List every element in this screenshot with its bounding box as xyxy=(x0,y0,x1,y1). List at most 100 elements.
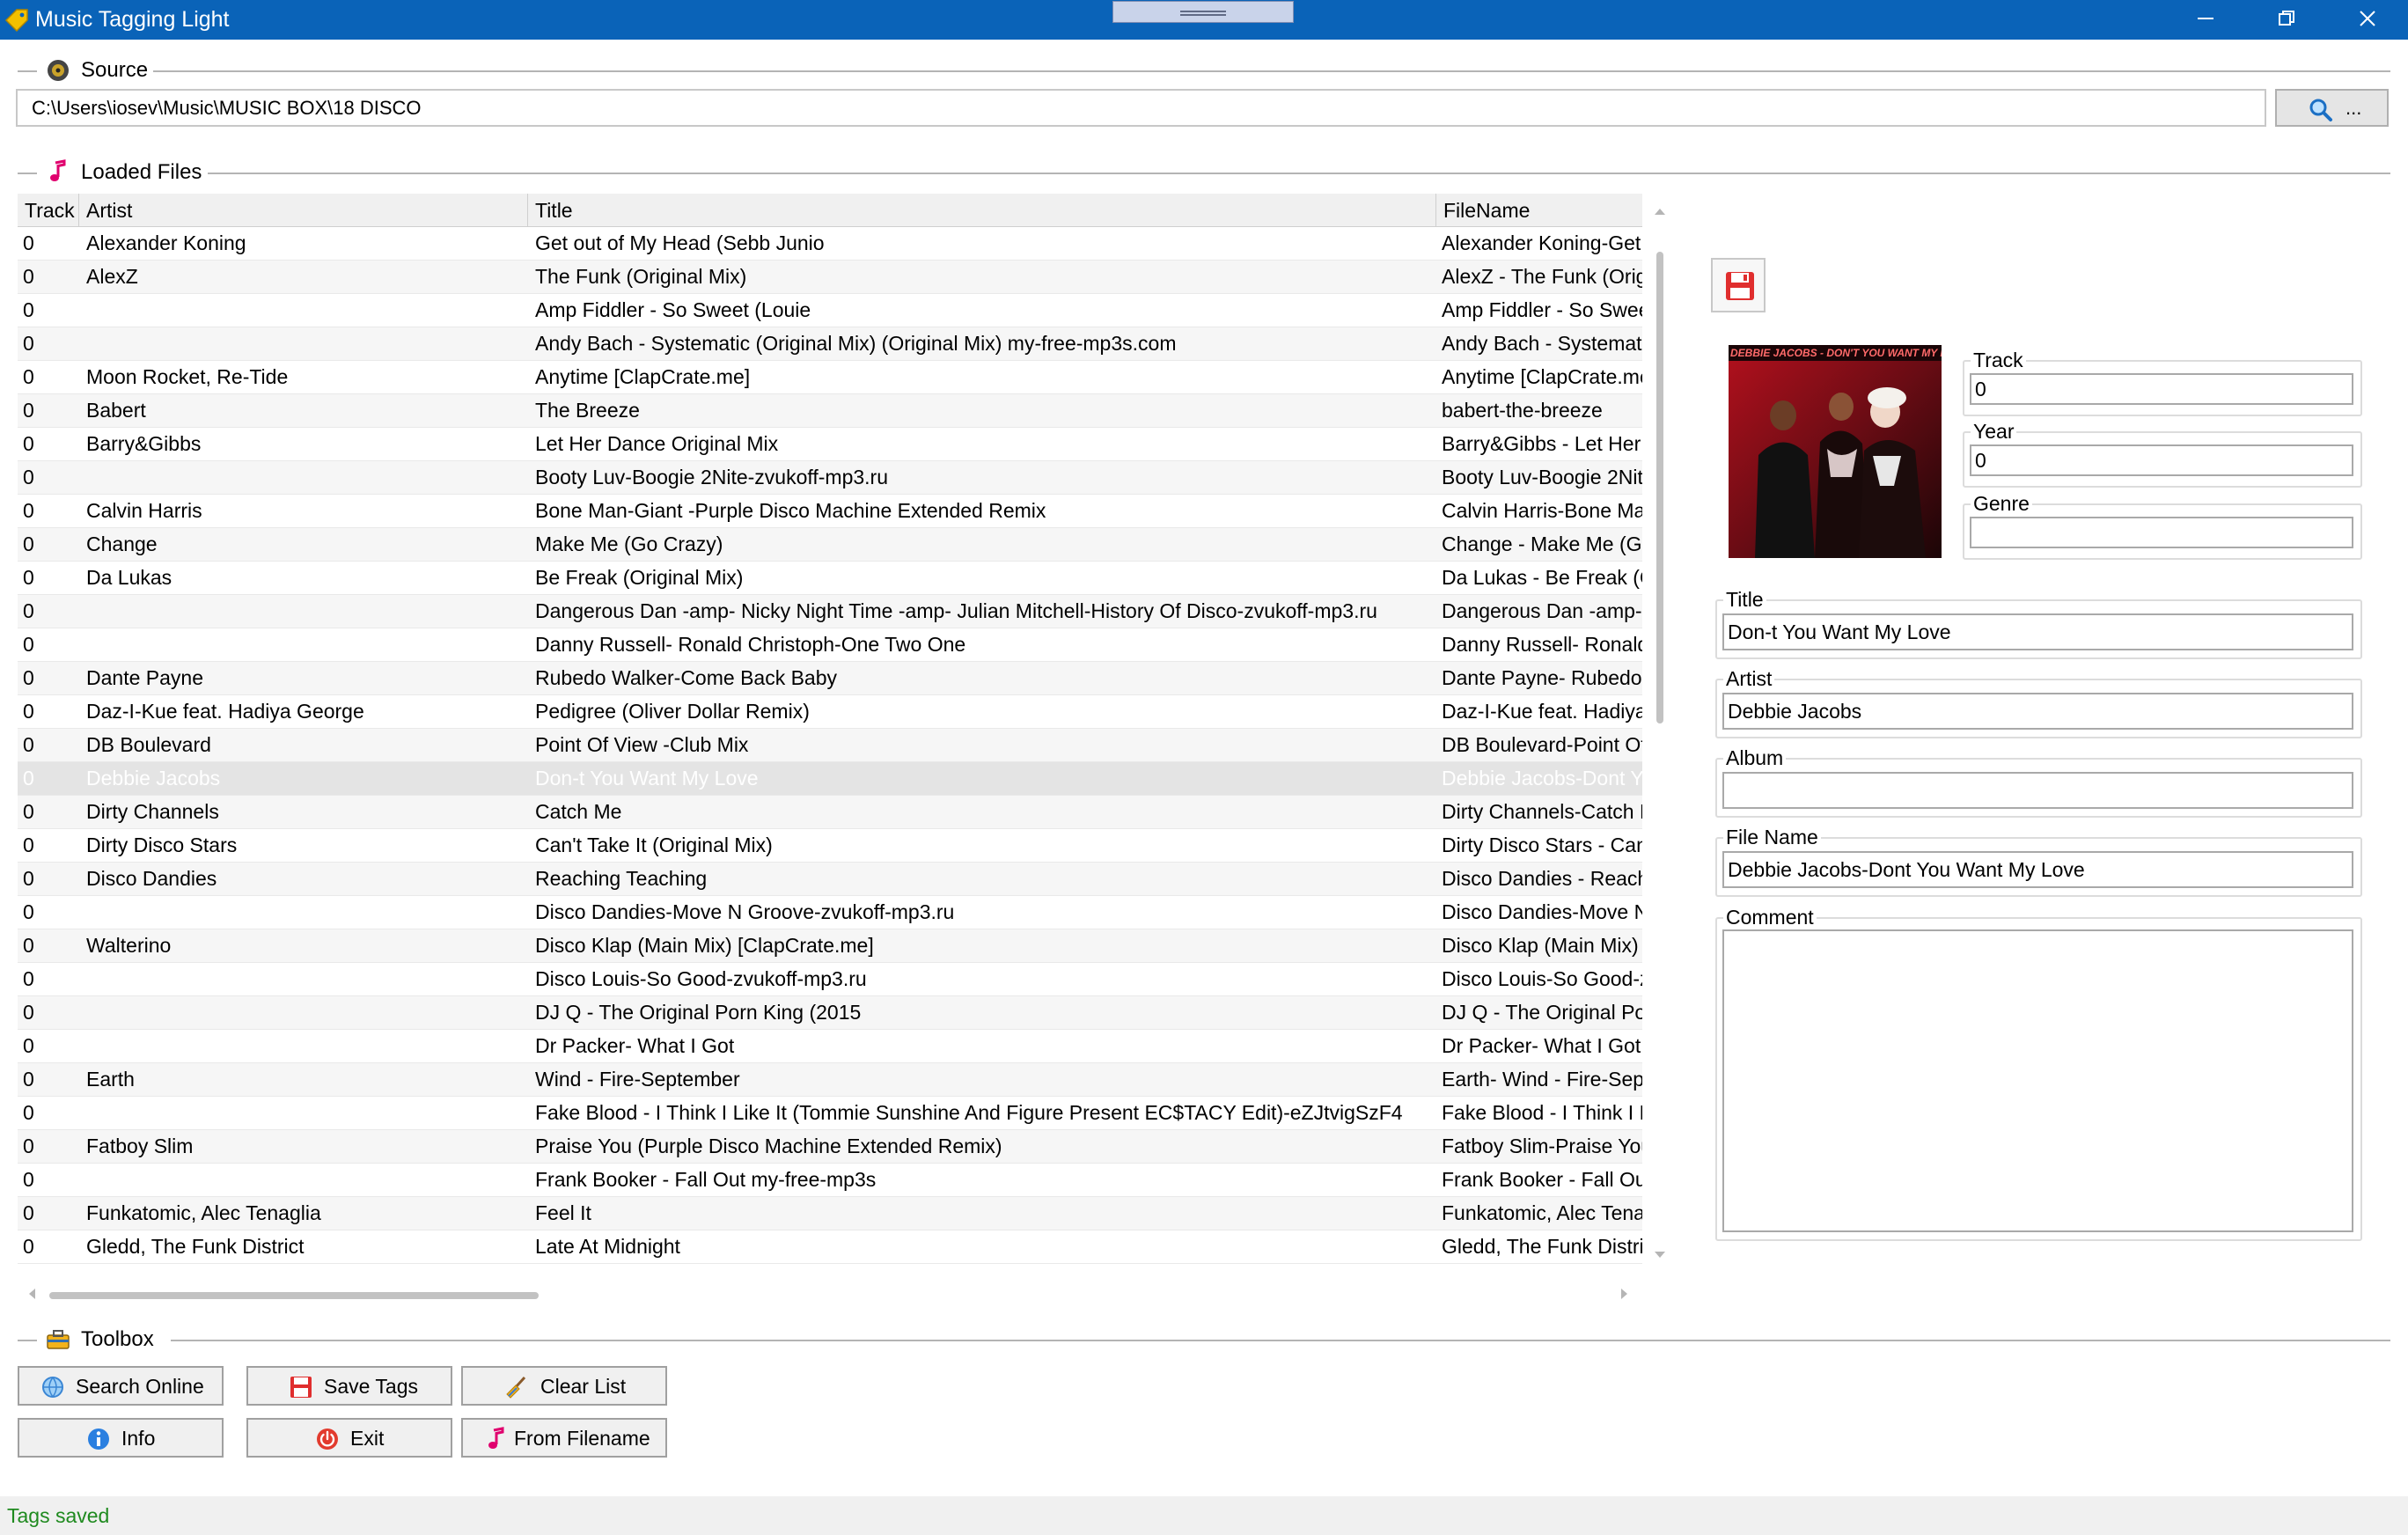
files-table[interactable]: Track Artist Title FileName 0 Alexander K… xyxy=(18,194,1642,1278)
table-row[interactable]: 0 Moon Rocket, Re-Tide Anytime [ClapCrate.… xyxy=(18,361,1642,394)
from-filename-button[interactable]: From Filename xyxy=(461,1418,667,1458)
table-row[interactable]: 0 Booty Luv-Boogie 2Nite-zvukoff-mp3.ru Bo… xyxy=(18,461,1642,495)
artist-cell xyxy=(79,461,519,494)
window-title: Music Tagging Light xyxy=(35,7,230,32)
browse-button[interactable]: ... xyxy=(2275,89,2389,127)
table-row[interactable]: 0 DB Boulevard Point Of View -Club Mix DB B… xyxy=(18,729,1642,762)
title-cell: Dangerous Dan -amp- Nicky Night Time -am… xyxy=(535,599,1377,622)
browse-label: ... xyxy=(2346,97,2362,119)
table-row[interactable]: 0 Dirty Disco Stars Can't Take It (Origina… xyxy=(18,829,1642,863)
title-cell: The Breeze xyxy=(535,399,640,422)
track-input[interactable]: 0 xyxy=(1970,373,2353,405)
filename-input[interactable]: Debbie Jacobs-Dont You Want My Love xyxy=(1722,851,2353,888)
table-row[interactable]: 0 Funkatomic, Alec Tenaglia Feel It Funkato… xyxy=(18,1197,1642,1230)
genre-input[interactable] xyxy=(1970,517,2353,548)
column-header-filename[interactable]: FileName xyxy=(1436,194,1642,227)
save-tags-icon-button[interactable] xyxy=(1711,258,1766,312)
table-row[interactable]: 0 Da Lukas Be Freak (Original Mix) Da Lukas… xyxy=(18,562,1642,595)
search-online-button[interactable]: Search Online xyxy=(18,1366,224,1406)
title-input[interactable]: Don-t You Want My Love xyxy=(1722,613,2353,650)
artist-cell: DB Boulevard xyxy=(86,733,211,756)
table-row[interactable]: 0 Change Make Me (Go Crazy) Change - Make M… xyxy=(18,528,1642,562)
title-cell: Wind - Fire-September xyxy=(535,1068,740,1091)
table-row[interactable]: 0 Fake Blood - I Think I Like It (Tommie … xyxy=(18,1097,1642,1130)
minimize-button[interactable] xyxy=(2165,0,2246,40)
table-row[interactable]: 0 Frank Booker - Fall Out my-free-mp3s Fra… xyxy=(18,1164,1642,1197)
track-cell: 0 xyxy=(23,1068,34,1091)
table-row[interactable]: 0 Dangerous Dan -amp- Nicky Night Time -a… xyxy=(18,595,1642,628)
table-row[interactable]: 0 Debbie Jacobs Don-t You Want My Love Debb… xyxy=(18,762,1642,796)
source-path-input[interactable]: C:\Users\iosev\Music\MUSIC BOX\18 DISCO xyxy=(16,89,2266,127)
album-cover: DEBBIE JACOBS - DON'T YOU WANT MY LOVE xyxy=(1729,345,1942,558)
table-row[interactable]: 0 Babert The Breeze babert-the-breeze xyxy=(18,394,1642,428)
title-cell: Disco Dandies-Move N Groove-zvukoff-mp3.… xyxy=(535,900,955,923)
table-row[interactable]: 0 Dante Payne Rubedo Walker-Come Back Bab… xyxy=(18,662,1642,695)
artist-cell: Change xyxy=(86,532,158,555)
exit-button[interactable]: Exit xyxy=(246,1418,452,1458)
artist-cell xyxy=(79,628,519,661)
artist-cell: AlexZ xyxy=(86,265,138,288)
column-header-title[interactable]: Title xyxy=(528,194,1436,227)
table-row[interactable]: 0 Earth Wind - Fire-September Earth- Wind … xyxy=(18,1063,1642,1097)
table-row[interactable]: 0 Daz-I-Kue feat. Hadiya George Pedigree (… xyxy=(18,695,1642,729)
scroll-right-icon[interactable] xyxy=(1619,1287,1630,1301)
table-row[interactable]: 0 AlexZ The Funk (Original Mix) AlexZ - The… xyxy=(18,261,1642,294)
filename-cell: Gledd, The Funk District xyxy=(1442,1235,1642,1258)
table-row[interactable]: 0 Andy Bach - Systematic (Original Mix) (… xyxy=(18,327,1642,361)
info-button[interactable]: Info xyxy=(18,1418,224,1458)
table-row[interactable]: 0 Barry&Gibbs Let Her Dance Original Mix Ba… xyxy=(18,428,1642,461)
artist-cell: Alexander Koning xyxy=(86,231,246,254)
power-icon xyxy=(317,1429,338,1450)
table-row[interactable]: 0 Amp Fiddler - So Sweet (Louie Amp Fiddle… xyxy=(18,294,1642,327)
genre-label: Genre xyxy=(1971,492,2032,515)
table-row[interactable]: 0 Disco Louis-So Good-zvukoff-mp3.ru Disco… xyxy=(18,963,1642,996)
title-cell: DJ Q - The Original Porn King (2015 xyxy=(535,1001,862,1024)
table-row[interactable]: 0 Dr Packer- What I Got Dr Packer- What I … xyxy=(18,1030,1642,1063)
table-row[interactable]: 0 Danny Russell- Ronald Christoph-One Two… xyxy=(18,628,1642,662)
track-cell: 0 xyxy=(23,1235,34,1258)
title-cell: Catch Me xyxy=(535,800,622,823)
column-header-artist[interactable]: Artist xyxy=(79,194,528,227)
table-row[interactable]: 0 Walterino Disco Klap (Main Mix) [ClapCra… xyxy=(18,929,1642,963)
scroll-left-icon[interactable] xyxy=(26,1287,37,1301)
track-cell: 0 xyxy=(23,767,34,790)
title-cell: Frank Booker - Fall Out my-free-mp3s xyxy=(535,1168,877,1191)
filename-cell: DJ Q - The Original Porn King xyxy=(1442,1001,1642,1024)
title-cell: Rubedo Walker-Come Back Baby xyxy=(535,666,838,689)
filename-cell: Alexander Koning-Get out of My Head xyxy=(1442,231,1642,254)
table-row[interactable]: 0 Dirty Channels Catch Me Dirty Channels-Ca… xyxy=(18,796,1642,829)
title-cell: Feel It xyxy=(535,1201,591,1224)
track-cell: 0 xyxy=(23,834,34,856)
scroll-up-icon[interactable] xyxy=(1653,206,1667,217)
table-row[interactable]: 0 Alexander Koning Get out of My Head (Seb… xyxy=(18,227,1642,261)
clear-list-button[interactable]: Clear List xyxy=(461,1366,667,1406)
drag-handle[interactable] xyxy=(1112,1,1294,23)
scroll-down-icon[interactable] xyxy=(1653,1250,1667,1260)
table-row[interactable]: 0 Disco Dandies Reaching Teaching Disco Dan… xyxy=(18,863,1642,896)
track-cell: 0 xyxy=(23,365,34,388)
filename-cell: Dangerous Dan -amp- Nicky xyxy=(1442,599,1642,622)
artist-input[interactable]: Debbie Jacobs xyxy=(1722,693,2353,730)
table-row[interactable]: 0 Gledd, The Funk District Late At Midnigh… xyxy=(18,1230,1642,1264)
album-input[interactable] xyxy=(1722,772,2353,809)
table-horizontal-scrollbar[interactable] xyxy=(18,1283,1642,1304)
table-row[interactable]: 0 Calvin Harris Bone Man-Giant -Purple Dis… xyxy=(18,495,1642,528)
close-button[interactable] xyxy=(2327,0,2408,40)
title-cell: Amp Fiddler - So Sweet (Louie xyxy=(535,298,811,321)
filename-cell: Anytime [ClapCrate.me] xyxy=(1442,365,1642,388)
restore-button[interactable] xyxy=(2246,0,2327,40)
horizontal-scroll-thumb[interactable] xyxy=(49,1292,539,1299)
column-header-track[interactable]: Track xyxy=(18,194,79,227)
table-row[interactable]: 0 Disco Dandies-Move N Groove-zvukoff-mp3… xyxy=(18,896,1642,929)
table-vertical-scrollbar[interactable] xyxy=(1649,194,1670,1278)
info-label: Info xyxy=(121,1427,156,1450)
vertical-scroll-thumb[interactable] xyxy=(1656,252,1663,723)
track-cell: 0 xyxy=(23,1168,34,1191)
table-row[interactable]: 0 DJ Q - The Original Porn King (2015 DJ Q… xyxy=(18,996,1642,1030)
table-row[interactable]: 0 Fatboy Slim Praise You (Purple Disco Mac… xyxy=(18,1130,1642,1164)
year-input[interactable]: 0 xyxy=(1970,444,2353,476)
save-tags-button[interactable]: Save Tags xyxy=(246,1366,452,1406)
comment-label: Comment xyxy=(1723,906,1817,929)
artist-cell: Dirty Channels xyxy=(86,800,219,823)
comment-textarea[interactable] xyxy=(1722,929,2353,1232)
